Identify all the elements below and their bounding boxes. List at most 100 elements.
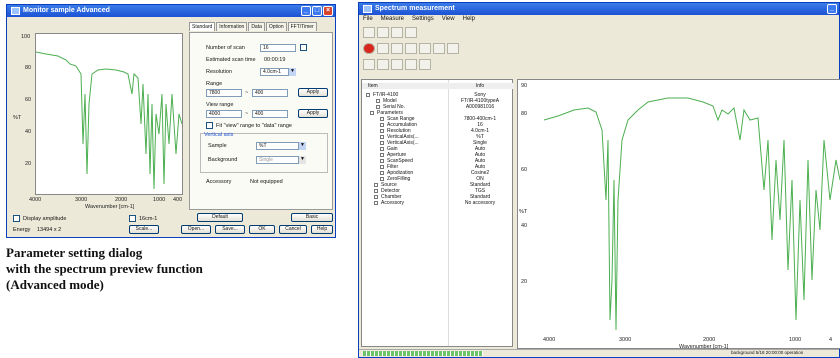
window-title: Spectrum measurement [375,5,455,12]
spectrum-line [543,97,840,331]
item-icon [374,201,378,205]
caption-line: (Advanced mode) [6,277,104,292]
cancel-button[interactable]: Cancel [279,225,307,234]
save-button[interactable]: Save... [215,225,245,234]
tab-option[interactable]: Option [265,22,287,31]
tree-header: Item Info [362,83,514,89]
view-from-input[interactable]: 4000 [206,110,242,118]
x-tick: 1000 [153,197,166,203]
measure-background-icon[interactable] [377,43,389,54]
menu-view[interactable]: View [442,15,455,24]
minimize-icon[interactable]: _ [301,6,311,16]
default-button[interactable]: Default [197,213,243,222]
view-to-input[interactable]: 400 [252,110,288,118]
energy-label: Energy [13,227,31,233]
item-icon [370,111,374,115]
tree-item-name: Accessory [381,200,405,206]
item-icon [374,195,378,199]
range-to-input[interactable]: 400 [252,89,288,97]
x-tick: 1000 [789,337,802,343]
print-icon[interactable] [391,27,403,38]
close-icon[interactable]: × [323,6,333,16]
apply-view-button[interactable]: Apply [298,109,328,118]
stop-icon[interactable] [363,43,375,54]
range-label: Range [206,81,223,87]
num-scan-checkbox[interactable] [300,44,307,51]
open-button[interactable]: Open... [181,225,211,234]
est-time-value: 00:00:19 [264,57,286,63]
tree-row[interactable]: Accessory No accessory [362,200,514,206]
item-icon [380,141,384,145]
info-header: Info [475,83,485,89]
parameter-icon[interactable] [419,43,431,54]
display-amplitude-checkbox[interactable] [13,215,20,222]
est-time-label: Estimated scan time [206,57,256,63]
apply-range-button[interactable]: Apply [298,88,328,97]
item-icon [380,117,384,121]
background-label: Background [208,157,238,163]
compare-icon[interactable] [433,43,445,54]
num-scan-label: Number of scan [206,45,245,51]
item-icon [380,147,384,151]
item-header: Item [368,83,378,89]
chevron-down-icon[interactable]: ▼ [288,68,296,76]
menu-bar: File Measure Settings View Help [359,15,839,24]
caption-line: Parameter setting dialog [6,245,143,260]
tools-icon[interactable] [447,43,459,54]
standard-panel: Number of scan 16 Estimated scan time 00… [189,32,333,210]
item-icon [380,153,384,157]
minimize-icon[interactable]: _ [827,4,837,14]
x-tick: 3000 [619,337,632,343]
sample-label: Sample [208,143,227,149]
energy-value: 13494 x 2 [37,227,62,233]
spectrum-measurement-window: Spectrum measurement _ File Measure Sett… [358,2,840,358]
tab-data[interactable]: Data [248,22,265,31]
grid-icon[interactable] [377,59,389,70]
menu-measure[interactable]: Measure [381,15,404,24]
view-icon[interactable] [363,59,375,70]
monitor-icon[interactable] [405,43,417,54]
resolution-checkbox[interactable] [129,215,136,222]
x-axis-label: Wavenumber [cm-1] [85,204,135,210]
menu-help[interactable]: Help [463,15,475,24]
menu-settings[interactable]: Settings [412,15,434,24]
basic-button[interactable]: Basic [291,213,333,222]
scale-button[interactable]: Scale... [129,225,159,234]
range-from-input[interactable]: 7800 [206,89,242,97]
accessory-label: Accessory [206,179,232,185]
layout-icon[interactable] [419,59,431,70]
chevron-down-icon[interactable]: ▼ [298,156,306,164]
help-button[interactable]: Help [311,225,333,234]
chart-icon[interactable] [391,59,403,70]
list-icon[interactable] [377,27,389,38]
item-icon [376,105,380,109]
save-icon[interactable] [363,27,375,38]
range-separator: ~ [245,90,249,96]
preview-spectrum-line [35,51,183,190]
tab-standard[interactable]: Standard [189,22,216,31]
y-tick: 80 [25,65,32,71]
tab-information[interactable]: Information [216,22,248,31]
y-tick: 90 [521,83,528,89]
tab-fft-timer[interactable]: FFT/Timer [287,22,317,31]
preview-plot [35,33,183,195]
measure-sample-icon[interactable] [391,43,403,54]
parameter-tree: Item Info FT/IR-4100 Sony Model FT/IR-4100t… [361,79,514,347]
y-tick: 100 [21,34,31,40]
table-icon[interactable] [405,59,417,70]
y-tick: 40 [25,129,32,135]
copy-icon[interactable] [405,27,417,38]
x-tick: 2000 [115,197,128,203]
y-axis-label: %T [13,115,22,121]
num-scan-input[interactable]: 16 [260,44,296,52]
maximize-icon[interactable]: □ [312,6,322,16]
tree-item-info: No accessory [464,200,496,206]
fit-range-checkbox[interactable] [206,122,213,129]
item-icon [380,123,384,127]
x-tick: 4000 [29,197,42,203]
ok-button[interactable]: OK [249,225,275,234]
view-range-label: View range [206,102,234,108]
menu-file[interactable]: File [363,15,373,24]
chevron-down-icon[interactable]: ▼ [298,142,306,150]
spectrum-plot [517,79,840,349]
